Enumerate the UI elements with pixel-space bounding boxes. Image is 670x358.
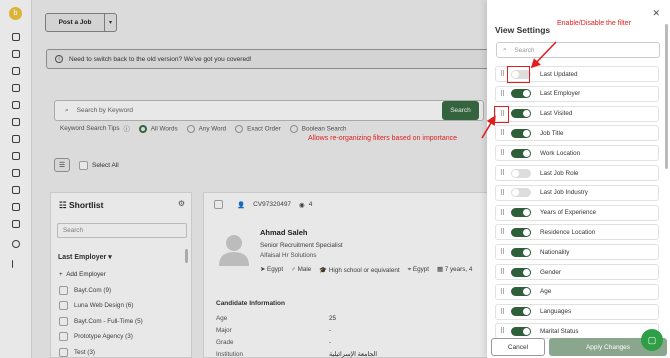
annotation-arrows xyxy=(481,41,557,139)
